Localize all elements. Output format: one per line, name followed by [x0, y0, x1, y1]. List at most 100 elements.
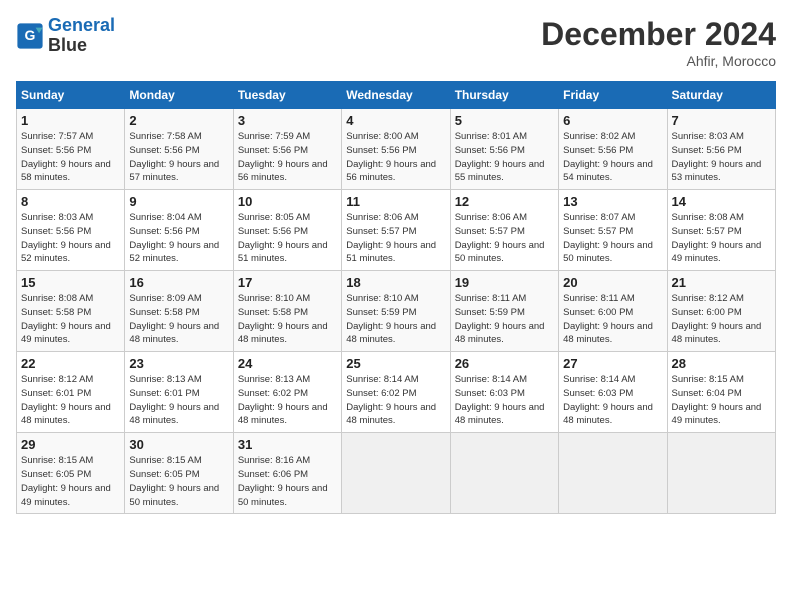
table-row: 31 Sunrise: 8:16 AM Sunset: 6:06 PM Dayl… — [233, 433, 341, 514]
day-info: Sunrise: 8:13 AM Sunset: 6:01 PM Dayligh… — [129, 373, 228, 428]
day-number: 11 — [346, 194, 445, 209]
col-thursday: Thursday — [450, 82, 558, 109]
day-info: Sunrise: 7:58 AM Sunset: 5:56 PM Dayligh… — [129, 130, 228, 185]
calendar-row-3: 15 Sunrise: 8:08 AM Sunset: 5:58 PM Dayl… — [17, 271, 776, 352]
table-row: 16 Sunrise: 8:09 AM Sunset: 5:58 PM Dayl… — [125, 271, 233, 352]
table-row — [667, 433, 775, 514]
table-row: 29 Sunrise: 8:15 AM Sunset: 6:05 PM Dayl… — [17, 433, 125, 514]
day-number: 18 — [346, 275, 445, 290]
day-info: Sunrise: 8:05 AM Sunset: 5:56 PM Dayligh… — [238, 211, 337, 266]
day-number: 21 — [672, 275, 771, 290]
day-number: 7 — [672, 113, 771, 128]
day-number: 4 — [346, 113, 445, 128]
title-block: December 2024 Ahfir, Morocco — [541, 16, 776, 69]
table-row: 22 Sunrise: 8:12 AM Sunset: 6:01 PM Dayl… — [17, 352, 125, 433]
day-info: Sunrise: 8:03 AM Sunset: 5:56 PM Dayligh… — [672, 130, 771, 185]
day-info: Sunrise: 8:11 AM Sunset: 5:59 PM Dayligh… — [455, 292, 554, 347]
calendar-subtitle: Ahfir, Morocco — [541, 53, 776, 69]
col-friday: Friday — [559, 82, 667, 109]
table-row: 14 Sunrise: 8:08 AM Sunset: 5:57 PM Dayl… — [667, 190, 775, 271]
table-row: 6 Sunrise: 8:02 AM Sunset: 5:56 PM Dayli… — [559, 109, 667, 190]
day-info: Sunrise: 8:02 AM Sunset: 5:56 PM Dayligh… — [563, 130, 662, 185]
day-number: 28 — [672, 356, 771, 371]
day-info: Sunrise: 8:14 AM Sunset: 6:03 PM Dayligh… — [455, 373, 554, 428]
day-info: Sunrise: 8:06 AM Sunset: 5:57 PM Dayligh… — [455, 211, 554, 266]
table-row: 9 Sunrise: 8:04 AM Sunset: 5:56 PM Dayli… — [125, 190, 233, 271]
day-number: 5 — [455, 113, 554, 128]
table-row: 1 Sunrise: 7:57 AM Sunset: 5:56 PM Dayli… — [17, 109, 125, 190]
table-row: 11 Sunrise: 8:06 AM Sunset: 5:57 PM Dayl… — [342, 190, 450, 271]
day-info: Sunrise: 8:08 AM Sunset: 5:57 PM Dayligh… — [672, 211, 771, 266]
col-monday: Monday — [125, 82, 233, 109]
day-number: 20 — [563, 275, 662, 290]
calendar-row-1: 1 Sunrise: 7:57 AM Sunset: 5:56 PM Dayli… — [17, 109, 776, 190]
day-info: Sunrise: 8:09 AM Sunset: 5:58 PM Dayligh… — [129, 292, 228, 347]
table-row: 26 Sunrise: 8:14 AM Sunset: 6:03 PM Dayl… — [450, 352, 558, 433]
day-info: Sunrise: 8:15 AM Sunset: 6:05 PM Dayligh… — [21, 454, 120, 509]
day-info: Sunrise: 8:12 AM Sunset: 6:01 PM Dayligh… — [21, 373, 120, 428]
table-row: 23 Sunrise: 8:13 AM Sunset: 6:01 PM Dayl… — [125, 352, 233, 433]
day-info: Sunrise: 8:01 AM Sunset: 5:56 PM Dayligh… — [455, 130, 554, 185]
svg-text:G: G — [25, 27, 36, 43]
day-number: 3 — [238, 113, 337, 128]
day-number: 6 — [563, 113, 662, 128]
logo-icon: G — [16, 22, 44, 50]
table-row: 7 Sunrise: 8:03 AM Sunset: 5:56 PM Dayli… — [667, 109, 775, 190]
logo: G General Blue — [16, 16, 115, 56]
day-number: 10 — [238, 194, 337, 209]
day-number: 23 — [129, 356, 228, 371]
day-info: Sunrise: 8:14 AM Sunset: 6:02 PM Dayligh… — [346, 373, 445, 428]
day-info: Sunrise: 7:57 AM Sunset: 5:56 PM Dayligh… — [21, 130, 120, 185]
day-info: Sunrise: 8:04 AM Sunset: 5:56 PM Dayligh… — [129, 211, 228, 266]
table-row: 27 Sunrise: 8:14 AM Sunset: 6:03 PM Dayl… — [559, 352, 667, 433]
day-number: 16 — [129, 275, 228, 290]
table-row: 25 Sunrise: 8:14 AM Sunset: 6:02 PM Dayl… — [342, 352, 450, 433]
table-row: 12 Sunrise: 8:06 AM Sunset: 5:57 PM Dayl… — [450, 190, 558, 271]
col-wednesday: Wednesday — [342, 82, 450, 109]
day-number: 1 — [21, 113, 120, 128]
table-row: 17 Sunrise: 8:10 AM Sunset: 5:58 PM Dayl… — [233, 271, 341, 352]
table-row: 20 Sunrise: 8:11 AM Sunset: 6:00 PM Dayl… — [559, 271, 667, 352]
table-row: 24 Sunrise: 8:13 AM Sunset: 6:02 PM Dayl… — [233, 352, 341, 433]
calendar-row-2: 8 Sunrise: 8:03 AM Sunset: 5:56 PM Dayli… — [17, 190, 776, 271]
table-row: 30 Sunrise: 8:15 AM Sunset: 6:05 PM Dayl… — [125, 433, 233, 514]
calendar-row-5: 29 Sunrise: 8:15 AM Sunset: 6:05 PM Dayl… — [17, 433, 776, 514]
day-number: 30 — [129, 437, 228, 452]
day-number: 14 — [672, 194, 771, 209]
table-row — [450, 433, 558, 514]
header-row: Sunday Monday Tuesday Wednesday Thursday… — [17, 82, 776, 109]
day-number: 12 — [455, 194, 554, 209]
col-saturday: Saturday — [667, 82, 775, 109]
day-number: 31 — [238, 437, 337, 452]
day-info: Sunrise: 8:15 AM Sunset: 6:04 PM Dayligh… — [672, 373, 771, 428]
calendar-row-4: 22 Sunrise: 8:12 AM Sunset: 6:01 PM Dayl… — [17, 352, 776, 433]
table-row: 18 Sunrise: 8:10 AM Sunset: 5:59 PM Dayl… — [342, 271, 450, 352]
day-number: 24 — [238, 356, 337, 371]
col-tuesday: Tuesday — [233, 82, 341, 109]
day-number: 19 — [455, 275, 554, 290]
day-info: Sunrise: 8:06 AM Sunset: 5:57 PM Dayligh… — [346, 211, 445, 266]
day-number: 27 — [563, 356, 662, 371]
day-number: 25 — [346, 356, 445, 371]
table-row — [559, 433, 667, 514]
day-info: Sunrise: 8:07 AM Sunset: 5:57 PM Dayligh… — [563, 211, 662, 266]
col-sunday: Sunday — [17, 82, 125, 109]
day-info: Sunrise: 8:10 AM Sunset: 5:59 PM Dayligh… — [346, 292, 445, 347]
day-info: Sunrise: 8:13 AM Sunset: 6:02 PM Dayligh… — [238, 373, 337, 428]
table-row: 19 Sunrise: 8:11 AM Sunset: 5:59 PM Dayl… — [450, 271, 558, 352]
day-info: Sunrise: 8:00 AM Sunset: 5:56 PM Dayligh… — [346, 130, 445, 185]
table-row: 8 Sunrise: 8:03 AM Sunset: 5:56 PM Dayli… — [17, 190, 125, 271]
day-info: Sunrise: 7:59 AM Sunset: 5:56 PM Dayligh… — [238, 130, 337, 185]
day-info: Sunrise: 8:10 AM Sunset: 5:58 PM Dayligh… — [238, 292, 337, 347]
day-info: Sunrise: 8:16 AM Sunset: 6:06 PM Dayligh… — [238, 454, 337, 509]
day-info: Sunrise: 8:12 AM Sunset: 6:00 PM Dayligh… — [672, 292, 771, 347]
calendar-title: December 2024 — [541, 16, 776, 53]
day-info: Sunrise: 8:14 AM Sunset: 6:03 PM Dayligh… — [563, 373, 662, 428]
day-number: 17 — [238, 275, 337, 290]
day-number: 8 — [21, 194, 120, 209]
logo-text: General Blue — [48, 16, 115, 56]
table-row — [342, 433, 450, 514]
day-info: Sunrise: 8:11 AM Sunset: 6:00 PM Dayligh… — [563, 292, 662, 347]
day-number: 13 — [563, 194, 662, 209]
table-row: 3 Sunrise: 7:59 AM Sunset: 5:56 PM Dayli… — [233, 109, 341, 190]
